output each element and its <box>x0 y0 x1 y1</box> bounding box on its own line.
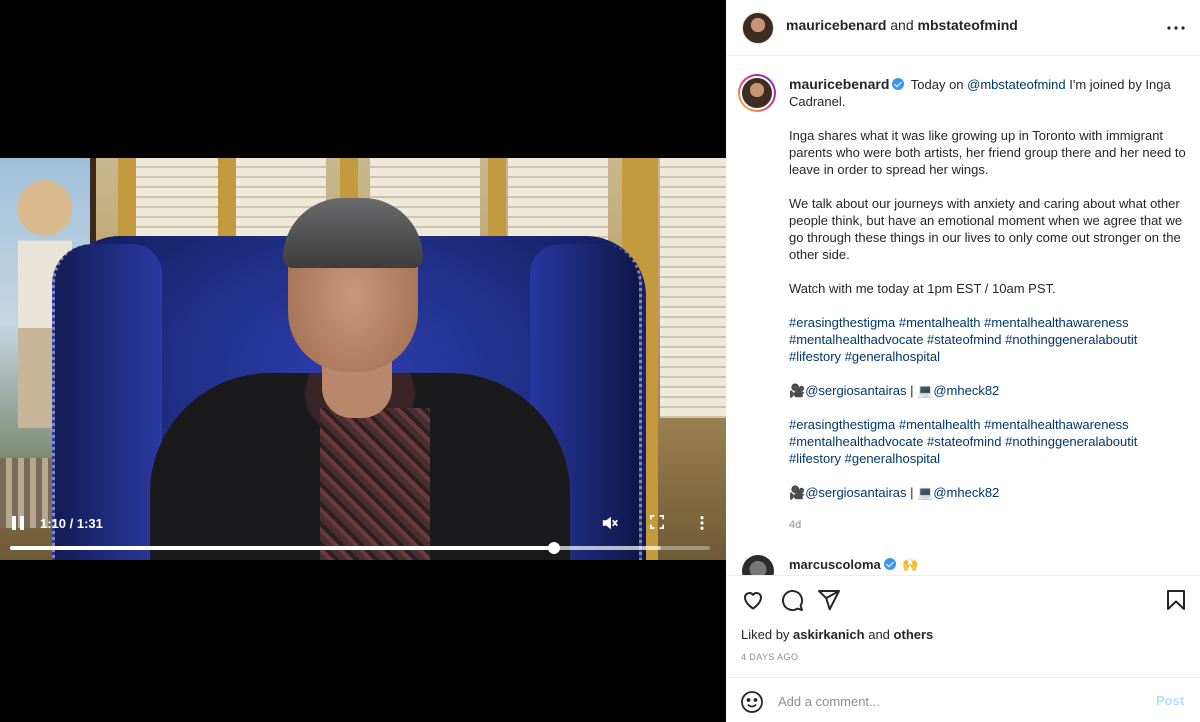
verified-badge-icon <box>892 78 905 90</box>
post-authors: mauricebenard and mbstateofmind <box>786 17 1018 33</box>
avatar-image <box>740 76 774 110</box>
more-vertical-icon[interactable] <box>694 513 710 533</box>
caption-username[interactable]: mauricebenard <box>789 76 889 92</box>
video-controls: 1:10 / 1:31 <box>0 505 726 555</box>
verified-badge-icon <box>883 558 896 570</box>
post-date[interactable]: 4 DAYS AGO <box>741 652 798 662</box>
credit-link[interactable]: @sergiosantairas <box>805 383 906 398</box>
volume-muted-icon[interactable] <box>600 513 620 533</box>
caption-intro: Today on <box>910 77 964 92</box>
bookmark-icon[interactable] <box>1164 588 1188 612</box>
post-header: mauricebenard and mbstateofmind <box>726 0 1200 56</box>
hashtag-links[interactable]: #erasingthestigma #mentalhealth #mentalh… <box>789 314 1189 365</box>
likes-prefix: Liked by <box>741 627 790 642</box>
fullscreen-icon[interactable] <box>648 513 666 531</box>
credit-link[interactable]: @mheck82 <box>933 485 999 500</box>
post-caption: mauricebenard Today on @mbstateofmind I'… <box>789 76 1189 501</box>
avatar[interactable] <box>738 74 776 112</box>
coauthor-link[interactable]: mbstateofmind <box>918 17 1018 33</box>
video-progress-bar[interactable] <box>10 542 710 554</box>
author-link[interactable]: mauricebenard <box>786 17 886 33</box>
comment-icon[interactable] <box>780 588 804 612</box>
caption-age[interactable]: 4d <box>789 519 801 531</box>
video-progress-fill <box>10 546 554 550</box>
window-blinds <box>660 158 726 418</box>
laptop-icon: 💻 <box>917 383 934 398</box>
pause-icon[interactable] <box>8 513 28 533</box>
credits-line: 🎥@sergiosantairas | 💻@mheck82 <box>789 484 1189 501</box>
caption-scroll-area[interactable]: mauricebenard Today on @mbstateofmind I'… <box>726 57 1200 575</box>
video-time-readout: 1:10 / 1:31 <box>40 515 103 531</box>
caption-paragraph: Inga shares what it was like growing up … <box>789 128 1186 177</box>
comment-username[interactable]: marcuscoloma <box>789 557 881 572</box>
add-comment-bar: Post <box>726 677 1200 722</box>
mention-link[interactable]: @mbstateofmind <box>967 77 1065 92</box>
camera-icon: 🎥 <box>789 383 806 398</box>
post-panel: mauricebenard and mbstateofmind mauriceb… <box>726 0 1200 722</box>
caption-paragraph: We talk about our journeys with anxiety … <box>789 196 1183 262</box>
heart-icon[interactable] <box>741 588 765 612</box>
post-comment-button[interactable]: Post <box>1156 693 1184 708</box>
post-actions: Liked by askirkanich and others 4 DAYS A… <box>726 575 1200 677</box>
more-options-icon[interactable] <box>1164 16 1188 40</box>
share-icon[interactable] <box>817 588 841 612</box>
camera-icon: 🎥 <box>789 485 806 500</box>
comment-text: 🙌 <box>902 557 919 572</box>
likes-joiner: and <box>868 627 890 642</box>
credit-separator: | <box>906 485 918 500</box>
video-scrubber-handle[interactable] <box>547 542 560 554</box>
avatar[interactable] <box>742 12 774 44</box>
caption-paragraph: Watch with me today at 1pm EST / 10am PS… <box>789 281 1056 296</box>
laptop-icon: 💻 <box>917 485 934 500</box>
credits-line: 🎥@sergiosantairas | 💻@mheck82 <box>789 382 1189 399</box>
credit-link[interactable]: @mheck82 <box>933 383 999 398</box>
emoji-icon[interactable] <box>740 690 764 714</box>
liker-username[interactable]: askirkanich <box>793 627 865 642</box>
author-joiner: and <box>890 17 914 33</box>
credit-link[interactable]: @sergiosantairas <box>805 485 906 500</box>
likes-summary: Liked by askirkanich and others <box>741 627 933 642</box>
avatar[interactable] <box>742 555 774 575</box>
hashtag-links[interactable]: #erasingthestigma #mentalhealth #mentalh… <box>789 416 1189 467</box>
comment-row: marcuscoloma 🙌 <box>789 557 919 573</box>
credit-separator: | <box>906 383 918 398</box>
comment-input[interactable] <box>778 690 1138 712</box>
likes-others-link[interactable]: others <box>894 627 934 642</box>
video-player[interactable]: 1:10 / 1:31 <box>0 0 726 722</box>
video-frame[interactable] <box>0 158 726 560</box>
